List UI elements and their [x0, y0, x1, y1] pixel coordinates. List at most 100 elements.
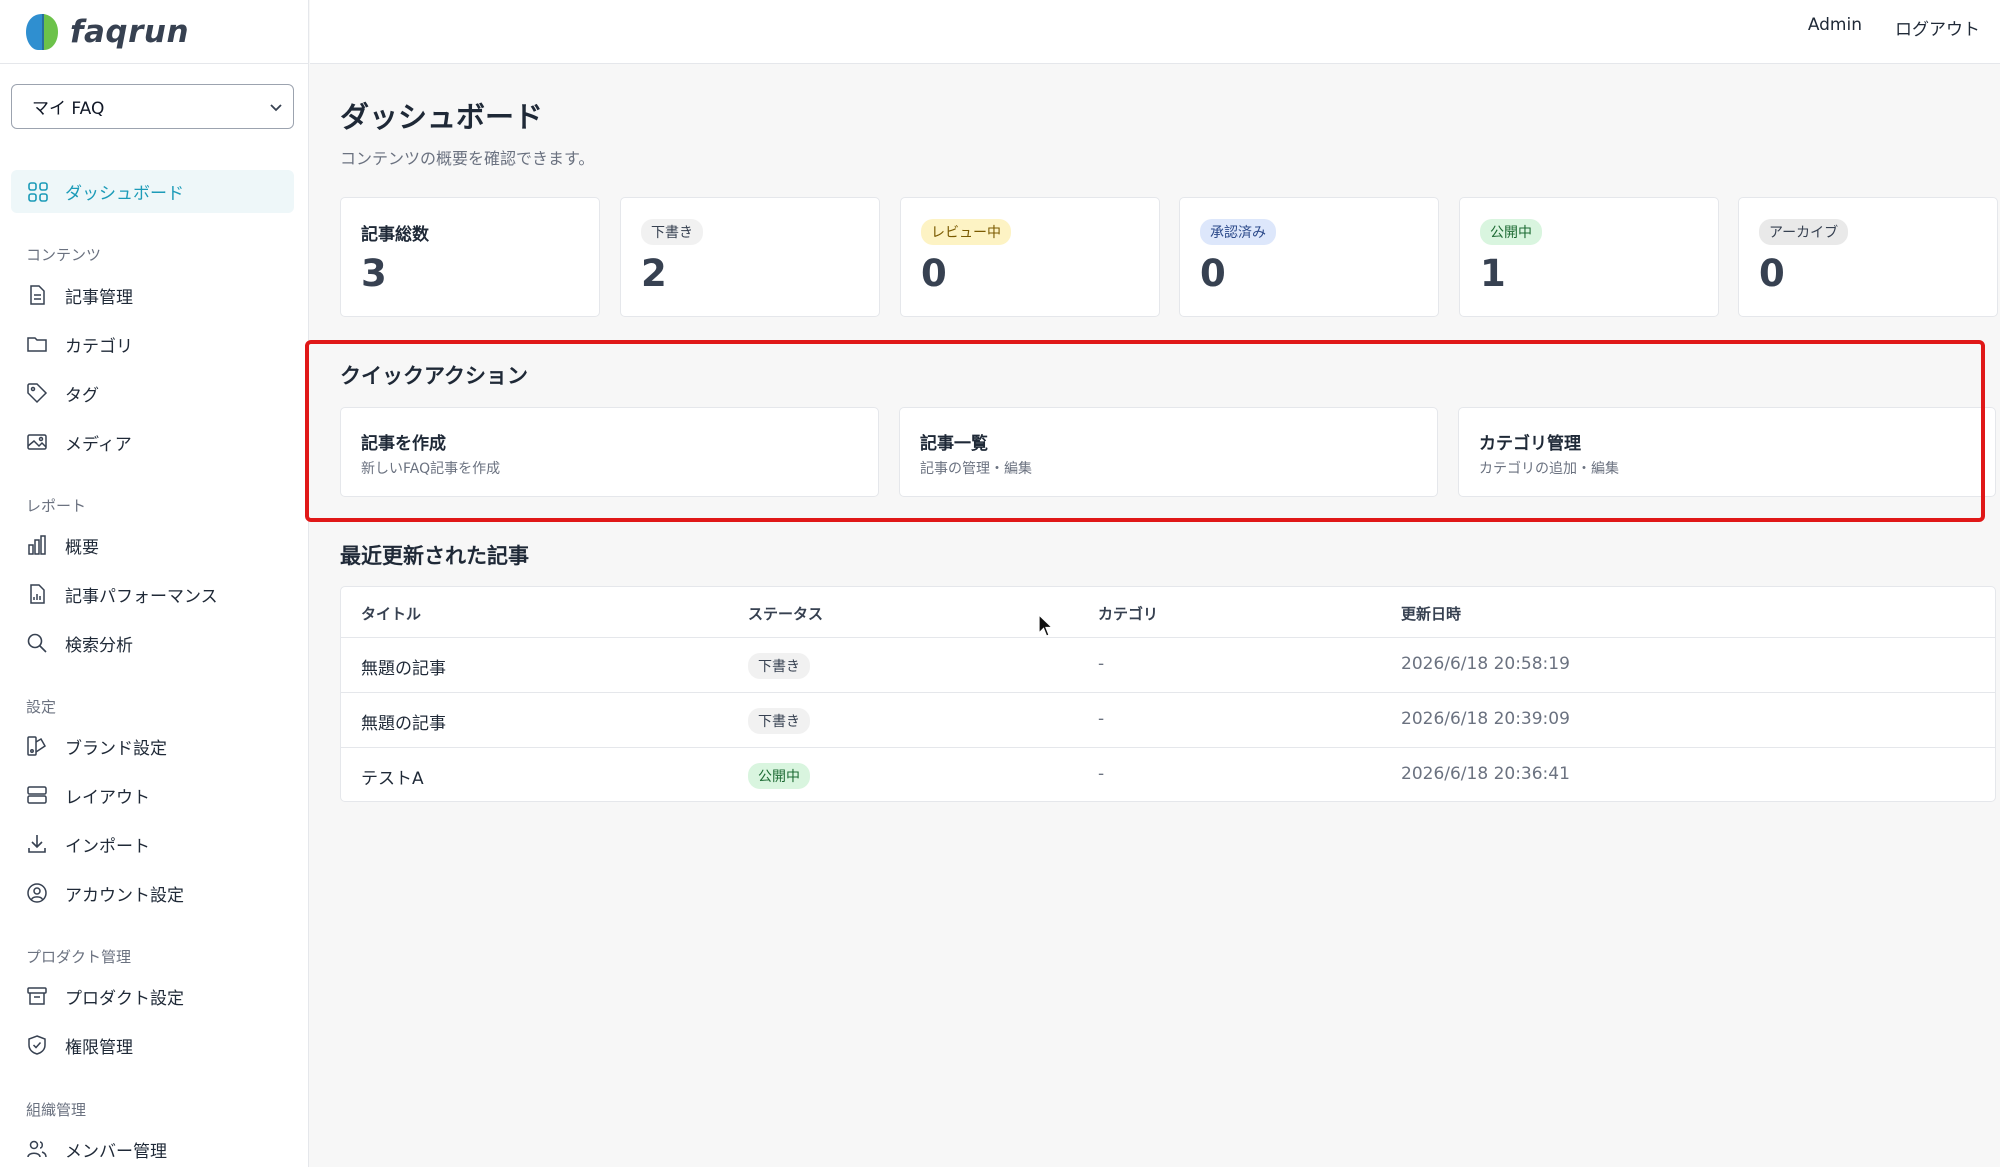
stat-card-published: 公開中 1 [1459, 197, 1719, 317]
stat-value: 3 [361, 252, 387, 295]
sidebar-item-product-settings[interactable]: プロダクト設定 [26, 981, 184, 1011]
cell-category: - [1098, 709, 1105, 729]
sidebar-item-permissions[interactable]: 権限管理 [26, 1030, 133, 1060]
status-badge: レビュー中 [921, 219, 1011, 245]
sidebar-item-overview[interactable]: 概要 [26, 530, 99, 560]
sidebar-item-label: メディア [65, 434, 132, 455]
grid-icon [28, 181, 48, 202]
status-badge: 下書き [748, 653, 810, 679]
sidebar-item-label: 概要 [65, 537, 99, 558]
sidebar-item-media[interactable]: メディア [26, 427, 132, 457]
faqrun-logo-icon [26, 13, 58, 50]
cell-title[interactable]: 無題の記事 [361, 709, 446, 734]
cell-updated: 2026/6/18 20:58:19 [1401, 654, 1570, 674]
users-icon [27, 1140, 47, 1158]
sidebar-item-label: ブランド設定 [65, 738, 167, 759]
recent-articles-table: タイトル ステータス カテゴリ 更新日時 無題の記事 下書き - 2026/6/… [340, 586, 1996, 802]
sidebar-item-label: カテゴリ [65, 336, 133, 357]
sidebar-item-tags[interactable]: タグ [26, 378, 99, 408]
status-badge: 公開中 [1480, 219, 1542, 245]
status-badge: 下書き [748, 708, 810, 734]
sidebar-item-dashboard[interactable]: ダッシュボード [11, 170, 294, 213]
sidebar-item-label: アカウント設定 [65, 885, 184, 906]
logo[interactable]: faqrun [0, 0, 308, 64]
topbar: Admin ログアウト [310, 0, 2000, 64]
sidebar: faqrun マイ FAQ ダッシュボード コンテンツ 記事管理 カテゴリ タグ… [0, 0, 309, 1167]
divider [341, 747, 1995, 748]
section-label-organization: 組織管理 [26, 1101, 87, 1119]
sidebar-item-label: レイアウト [65, 787, 150, 808]
sidebar-item-members[interactable]: メンバー管理 [26, 1134, 167, 1164]
cell-category: - [1098, 764, 1105, 784]
column-header-status: ステータス [748, 605, 824, 623]
tag-icon [27, 383, 48, 404]
sidebar-item-layout[interactable]: レイアウト [26, 780, 150, 810]
stat-value: 0 [1200, 252, 1226, 295]
status-badge: 承認済み [1200, 219, 1276, 245]
search-icon [27, 633, 47, 653]
user-circle-icon [27, 883, 47, 903]
layout-icon [27, 786, 47, 804]
column-header-title: タイトル [361, 605, 422, 623]
archive-box-icon [27, 987, 47, 1005]
stat-card-draft: 下書き 2 [620, 197, 880, 317]
sidebar-item-label: インポート [65, 836, 150, 857]
sidebar-item-account-settings[interactable]: アカウント設定 [26, 878, 184, 908]
divider [341, 692, 1995, 693]
brand-name: faqrun [70, 13, 190, 50]
stat-card-archive: アーカイブ 0 [1738, 197, 1998, 317]
cell-updated: 2026/6/18 20:36:41 [1401, 764, 1570, 784]
download-icon [28, 835, 46, 853]
stat-value: 1 [1480, 252, 1506, 295]
stat-value: 0 [1759, 252, 1785, 295]
logout-link[interactable]: ログアウト [1895, 15, 1980, 40]
chevron-down-icon [270, 104, 282, 112]
bar-chart-icon [28, 535, 46, 555]
page-title: ダッシュボード [340, 100, 544, 134]
sidebar-item-article-performance[interactable]: 記事パフォーマンス [26, 579, 218, 609]
cell-title[interactable]: テストA [361, 764, 424, 789]
section-label-product: プロダクト管理 [26, 948, 132, 966]
faq-selector-value: マイ FAQ [32, 99, 105, 119]
sidebar-item-label: 記事パフォーマンス [65, 586, 218, 607]
recent-articles-title: 最近更新された記事 [340, 544, 529, 568]
sidebar-item-categories[interactable]: カテゴリ [26, 329, 133, 359]
status-badge: 下書き [641, 219, 703, 245]
cell-title[interactable]: 無題の記事 [361, 654, 446, 679]
sidebar-item-label: タグ [65, 385, 99, 406]
divider [341, 637, 1995, 638]
section-label-reports: レポート [26, 497, 87, 515]
section-label-settings: 設定 [26, 698, 57, 716]
sidebar-item-label: ダッシュボード [65, 184, 184, 204]
stat-value: 0 [921, 252, 947, 295]
stat-label: 記事総数 [361, 225, 429, 245]
faq-selector[interactable]: マイ FAQ [11, 84, 294, 129]
column-header-category: カテゴリ [1098, 605, 1159, 623]
sidebar-item-brand-settings[interactable]: ブランド設定 [26, 731, 167, 761]
sidebar-item-articles[interactable]: 記事管理 [26, 280, 133, 310]
user-name[interactable]: Admin [1808, 15, 1862, 35]
folder-icon [27, 337, 47, 352]
sidebar-item-label: メンバー管理 [65, 1141, 167, 1162]
sidebar-item-label: 記事管理 [65, 287, 133, 308]
status-badge: 公開中 [748, 763, 810, 789]
document-chart-icon [30, 584, 45, 604]
document-icon [30, 285, 45, 305]
sidebar-item-import[interactable]: インポート [26, 829, 150, 859]
mouse-cursor-icon [1038, 614, 1054, 637]
image-icon [27, 434, 47, 450]
cell-category: - [1098, 654, 1105, 674]
sidebar-item-search-analytics[interactable]: 検索分析 [26, 628, 133, 658]
stat-card-total: 記事総数 3 [340, 197, 600, 317]
stat-value: 2 [641, 252, 667, 295]
section-label-content: コンテンツ [26, 246, 102, 264]
shield-check-icon [28, 1035, 46, 1055]
sidebar-item-label: プロダクト設定 [65, 988, 184, 1009]
column-header-updated: 更新日時 [1401, 605, 1462, 623]
status-badge: アーカイブ [1759, 219, 1849, 245]
sidebar-item-label: 権限管理 [65, 1037, 133, 1058]
palette-icon [27, 736, 46, 756]
cell-updated: 2026/6/18 20:39:09 [1401, 709, 1570, 729]
highlight-annotation [305, 340, 1985, 522]
sidebar-item-label: 検索分析 [65, 635, 133, 656]
